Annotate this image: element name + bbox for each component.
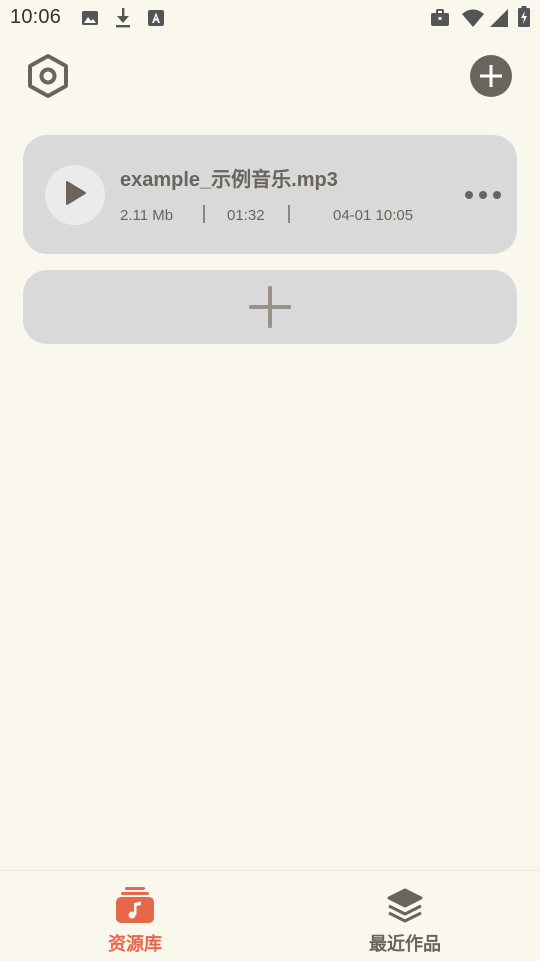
more-dot-icon: [493, 191, 501, 199]
add-track-card[interactable]: [23, 270, 517, 344]
track-size: 2.11 Mb: [120, 207, 174, 224]
track-date: 04-01 10:05: [333, 207, 414, 224]
nav-label-library: 资源库: [108, 934, 162, 954]
download-icon: [114, 7, 132, 34]
nav-item-recent-works[interactable]: 最近作品: [270, 871, 540, 961]
meta-divider: [203, 205, 205, 223]
add-button[interactable]: [469, 54, 513, 103]
nav-item-library[interactable]: 资源库: [0, 871, 270, 961]
briefcase-icon: [430, 8, 450, 33]
image-icon: [81, 9, 99, 32]
bottom-nav: 资源库 最近作品: [0, 870, 540, 961]
settings-button[interactable]: [24, 52, 72, 105]
nav-label-recent-works: 最近作品: [369, 934, 441, 954]
signal-icon: [489, 8, 509, 33]
battery-charging-icon: [517, 6, 531, 33]
layers-icon: [385, 885, 425, 925]
wifi-icon: [461, 8, 485, 33]
track-name: example_示例音乐.mp3: [120, 169, 338, 191]
status-time: 10:06: [10, 6, 62, 28]
more-dot-icon: [479, 191, 487, 199]
more-dot-icon: [465, 191, 473, 199]
plus-icon: [249, 286, 291, 333]
meta-divider: [288, 205, 290, 223]
play-icon: [63, 180, 87, 211]
hexagon-settings-icon: [25, 52, 71, 105]
add-circle-icon: [469, 54, 513, 103]
status-bar: 10:06: [0, 0, 540, 36]
text-a-icon: [147, 9, 165, 32]
music-library-icon: [115, 885, 155, 925]
more-options-button[interactable]: [465, 185, 501, 205]
play-button[interactable]: [45, 165, 105, 225]
track-card[interactable]: example_示例音乐.mp3 2.11 Mb 01:32 04-01 10:…: [23, 135, 517, 254]
track-duration: 01:32: [227, 207, 265, 224]
